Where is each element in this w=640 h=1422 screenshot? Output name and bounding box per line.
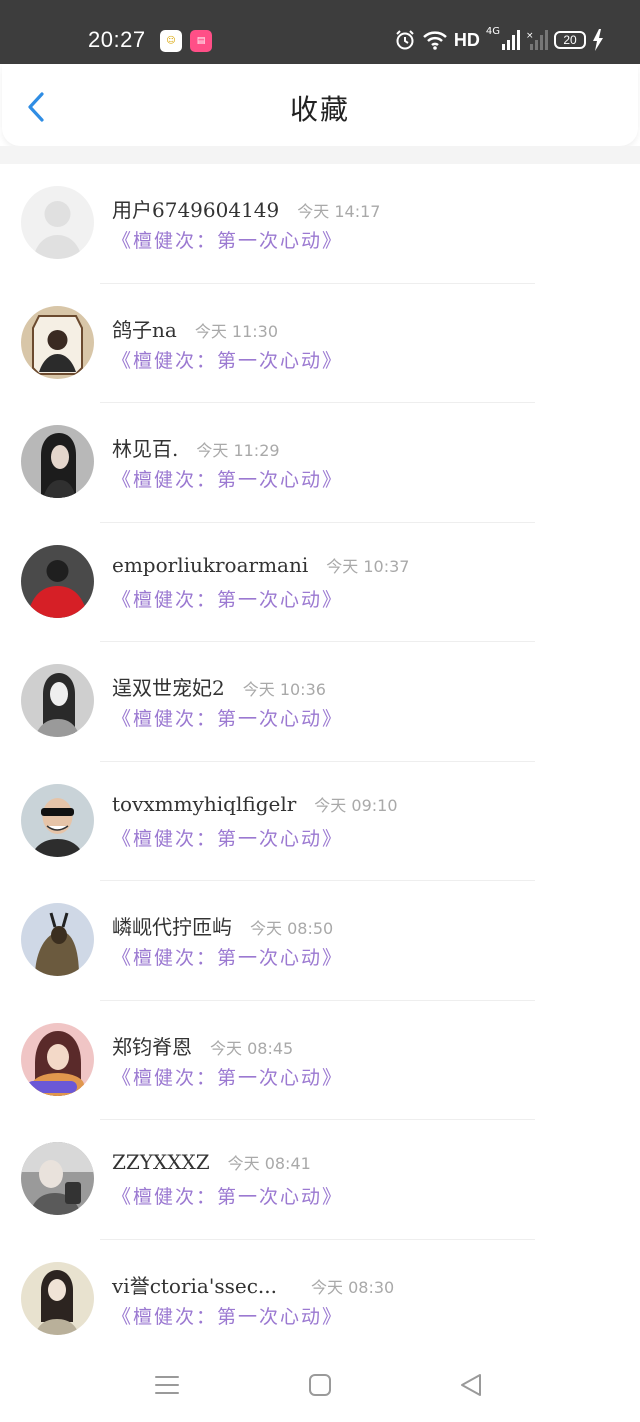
timestamp: 今天 08:30 bbox=[311, 1277, 395, 1297]
timestamp: 今天 14:17 bbox=[297, 202, 381, 221]
app-notification-icon: ☺ bbox=[160, 30, 182, 52]
user-name[interactable]: 郑钧脊恩 bbox=[112, 1031, 192, 1060]
timestamp: 今天 10:36 bbox=[242, 680, 326, 699]
book-title[interactable]: 《檀健次：第一次心动》 bbox=[112, 1302, 343, 1329]
menu-icon[interactable] bbox=[147, 1368, 187, 1402]
list-item[interactable]: 用户6749604149 今天 14:17 《檀健次：第一次心动》 bbox=[0, 164, 640, 284]
signal-label: 4G bbox=[485, 26, 500, 37]
user-avatar[interactable] bbox=[21, 783, 94, 857]
status-time: 20:27 bbox=[88, 27, 146, 52]
page-title: 收藏 bbox=[289, 93, 350, 126]
svg-text:×: × bbox=[526, 31, 534, 41]
status-bar: 20:27 ☺ ▤ HD 4G × 20 bbox=[0, 0, 640, 64]
book-title[interactable]: 《檀健次：第一次心动》 bbox=[112, 704, 343, 731]
timestamp: 今天 08:45 bbox=[210, 1038, 294, 1058]
list-item[interactable]: vi誉ctoria'ssec... 今天 08:30 《檀健次：第一次心动》 bbox=[0, 1240, 640, 1360]
timestamp: 今天 09:10 bbox=[314, 795, 398, 815]
wifi-icon bbox=[422, 26, 448, 54]
user-avatar[interactable] bbox=[21, 425, 94, 498]
user-name[interactable]: 嶙岘代拧匝屿 bbox=[112, 911, 232, 940]
book-title[interactable]: 《檀健次：第一次心动》 bbox=[112, 943, 343, 970]
app-notification-icon: ▤ bbox=[190, 30, 212, 52]
hd-indicator: HD bbox=[453, 29, 480, 50]
user-name[interactable]: 逞双世宠妃2 bbox=[112, 672, 225, 701]
list-item[interactable]: 逞双世宠妃2 今天 10:36 《檀健次：第一次心动》 bbox=[0, 642, 640, 762]
default-avatar-icon[interactable] bbox=[21, 186, 94, 259]
user-avatar[interactable] bbox=[21, 1022, 94, 1096]
header: 收藏 bbox=[2, 64, 638, 146]
user-avatar[interactable] bbox=[21, 664, 94, 737]
book-title[interactable]: 《檀健次：第一次心动》 bbox=[112, 1063, 343, 1090]
user-name[interactable]: 林见百. bbox=[112, 433, 178, 462]
list-item[interactable]: 林见百. 今天 11:29 《檀健次：第一次心动》 bbox=[0, 403, 640, 523]
user-avatar[interactable] bbox=[21, 544, 94, 618]
favorites-list: 用户6749604149 今天 14:17 《檀健次：第一次心动》 鸽子na 今… bbox=[0, 164, 640, 1359]
timestamp: 今天 10:37 bbox=[326, 556, 410, 576]
list-item[interactable]: emporliukroarmani 今天 10:37 《檀健次：第一次心动》 bbox=[0, 523, 640, 642]
user-name[interactable]: tovxmmyhiqlfigelr bbox=[112, 792, 296, 816]
battery-icon: 20 bbox=[554, 31, 586, 49]
user-avatar[interactable] bbox=[21, 1261, 94, 1335]
list-item[interactable]: tovxmmyhiqlfigelr 今天 09:10 《檀健次：第一次心动》 bbox=[0, 762, 640, 881]
charging-icon bbox=[592, 26, 604, 54]
user-name[interactable]: 鸽子na bbox=[112, 314, 177, 343]
home-square-icon[interactable] bbox=[300, 1368, 340, 1402]
user-avatar[interactable] bbox=[21, 305, 94, 379]
user-name[interactable]: ZZYXXXZ bbox=[112, 1150, 210, 1174]
book-title[interactable]: 《檀健次：第一次心动》 bbox=[112, 585, 343, 612]
status-icons: HD 4G × 20 bbox=[394, 26, 604, 54]
list-item[interactable]: 嶙岘代拧匝屿 今天 08:50 《檀健次：第一次心动》 bbox=[0, 881, 640, 1001]
book-title[interactable]: 《檀健次：第一次心动》 bbox=[112, 1182, 343, 1209]
back-triangle-icon[interactable] bbox=[451, 1368, 491, 1402]
book-title[interactable]: 《檀健次：第一次心动》 bbox=[112, 824, 343, 851]
timestamp: 今天 11:29 bbox=[196, 441, 280, 460]
alarm-icon bbox=[394, 26, 416, 54]
book-title[interactable]: 《檀健次：第一次心动》 bbox=[112, 226, 343, 253]
book-title[interactable]: 《檀健次：第一次心动》 bbox=[112, 346, 343, 373]
user-name[interactable]: vi誉ctoria'ssec... bbox=[112, 1270, 277, 1299]
signal-4g-icon: 4G bbox=[486, 26, 520, 54]
header-spacer bbox=[0, 146, 640, 164]
book-title[interactable]: 《檀健次：第一次心动》 bbox=[112, 465, 343, 492]
signal-empty-icon: × bbox=[526, 26, 548, 54]
timestamp: 今天 08:50 bbox=[250, 919, 334, 938]
user-name[interactable]: 用户6749604149 bbox=[112, 194, 279, 223]
system-nav-bar bbox=[0, 1350, 640, 1422]
list-item[interactable]: ZZYXXXZ 今天 08:41 《檀健次：第一次心动》 bbox=[0, 1120, 640, 1240]
timestamp: 今天 08:41 bbox=[227, 1154, 311, 1173]
list-item[interactable]: 郑钧脊恩 今天 08:45 《檀健次：第一次心动》 bbox=[0, 1001, 640, 1120]
timestamp: 今天 11:30 bbox=[194, 321, 279, 341]
list-item[interactable]: 鸽子na 今天 11:30 《檀健次：第一次心动》 bbox=[0, 284, 640, 403]
user-avatar[interactable] bbox=[21, 903, 94, 976]
user-avatar[interactable] bbox=[21, 1142, 94, 1215]
user-name[interactable]: emporliukroarmani bbox=[112, 553, 308, 577]
